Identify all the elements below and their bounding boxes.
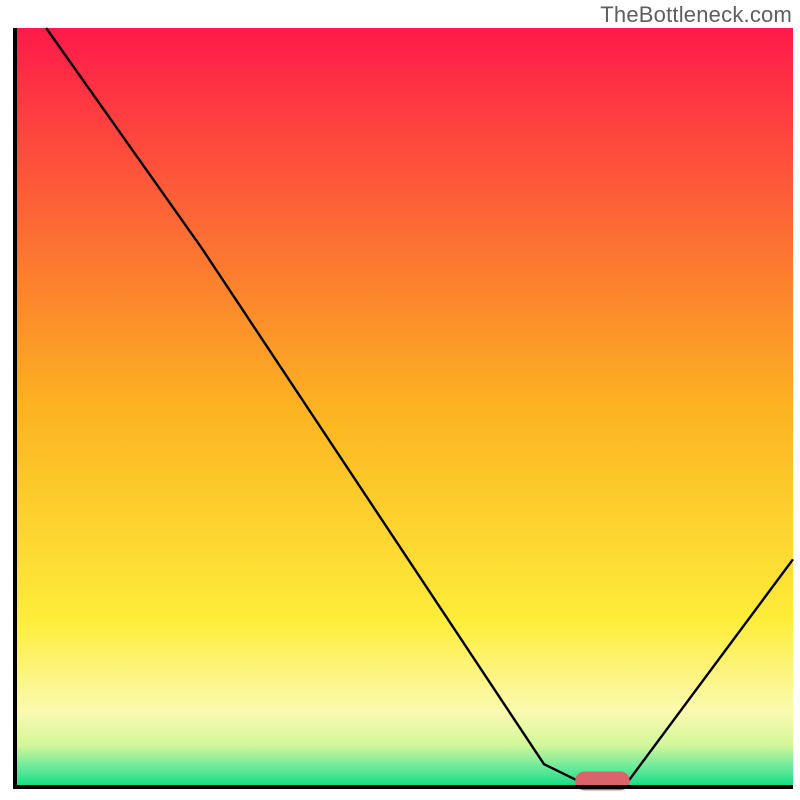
chart-svg bbox=[0, 0, 800, 800]
watermark-text: TheBottleneck.com bbox=[600, 2, 792, 28]
chart-container: TheBottleneck.com bbox=[0, 0, 800, 800]
gradient-background bbox=[15, 28, 793, 787]
